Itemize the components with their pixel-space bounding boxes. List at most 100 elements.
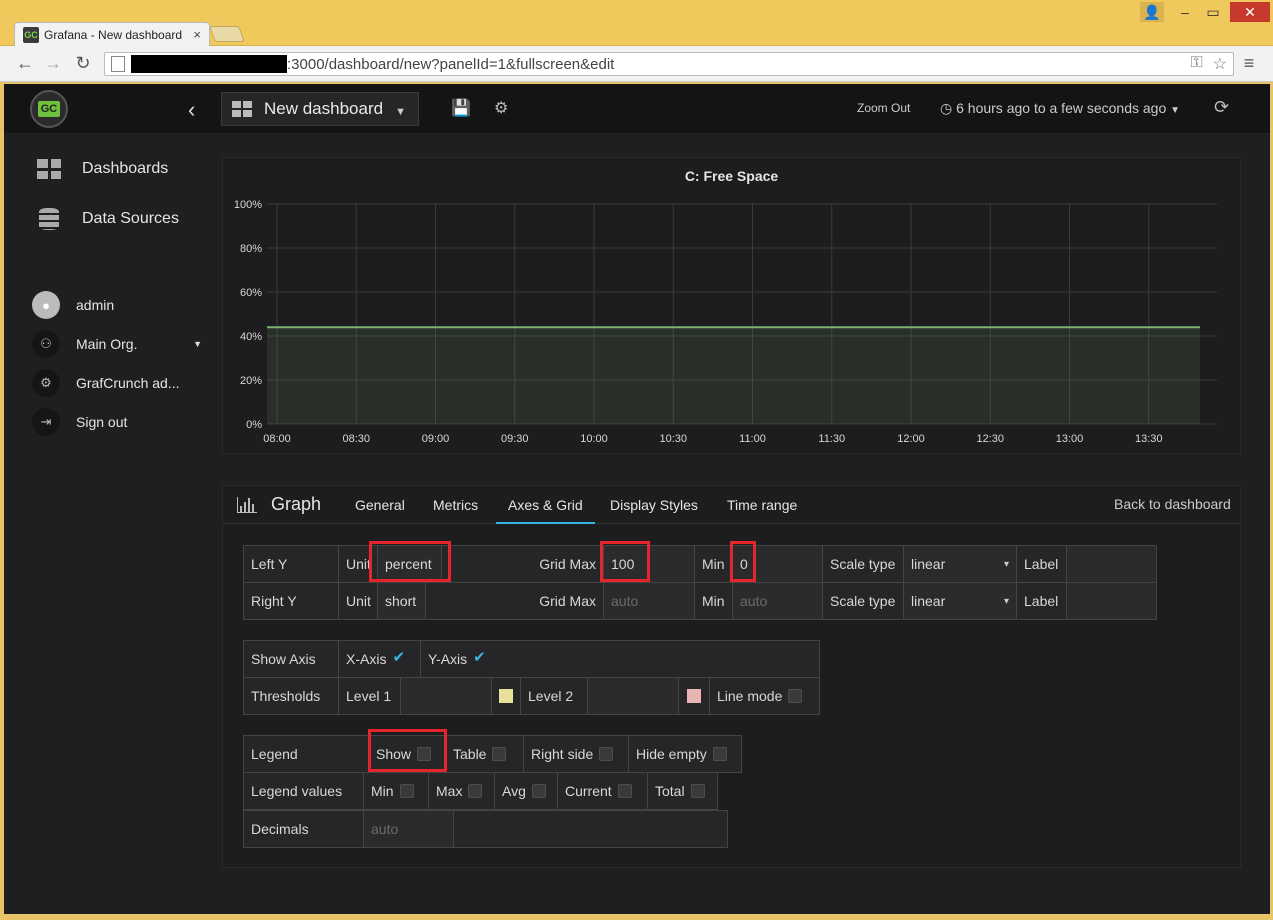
checkbox-icon[interactable] [399, 784, 414, 798]
time-range-picker[interactable]: ◷ 6 hours ago to a few seconds ago ▼ [940, 100, 1180, 117]
thresholds-label: Thresholds [243, 677, 338, 715]
checkbox-icon[interactable] [468, 784, 483, 798]
right-y-unit-picker[interactable]: short [377, 582, 425, 620]
star-icon[interactable]: ☆ [1213, 54, 1227, 74]
annotation-highlight [600, 541, 650, 582]
legend-hide-empty-toggle[interactable]: Hide empty [628, 735, 742, 773]
collapse-sidemenu-icon[interactable]: ‹ [188, 97, 195, 123]
sign-out-icon: ⇥ [32, 408, 60, 436]
x-tick-label: 08:30 [342, 433, 370, 445]
reload-icon[interactable]: ↻ [72, 52, 94, 74]
browser-menu-icon[interactable]: ≡ [1238, 52, 1260, 74]
new-tab-button[interactable] [209, 26, 245, 42]
maximize-icon[interactable]: ▭ [1200, 2, 1226, 22]
settings-gear-icon[interactable]: ⚙ [494, 98, 508, 118]
sidebar-item-label: Data Sources [82, 210, 179, 227]
sidebar-item-grafcrunch[interactable]: ⚙ GrafCrunch ad... [32, 368, 180, 398]
checkbox-icon[interactable] [531, 784, 546, 798]
sidebar-item-org[interactable]: ⚇ Main Org. ▼ [32, 329, 202, 359]
minimize-icon[interactable]: – [1172, 2, 1198, 22]
right-y-label: Right Y [243, 582, 338, 620]
legend-avg-toggle[interactable]: Avg [494, 772, 557, 810]
checkmark-icon[interactable] [473, 648, 487, 666]
legend-total-toggle[interactable]: Total [647, 772, 718, 810]
checkmark-icon[interactable] [392, 648, 406, 666]
legend-current-toggle[interactable]: Current [557, 772, 647, 810]
line-mode-toggle[interactable]: Line mode [709, 677, 820, 715]
y-tick-label: 40% [240, 331, 262, 343]
legend-table-toggle[interactable]: Table [445, 735, 523, 773]
right-y-label-input[interactable] [1066, 582, 1157, 620]
checkbox-icon[interactable] [788, 689, 803, 703]
level1-label: Level 1 [338, 677, 400, 715]
level2-input[interactable] [587, 677, 678, 715]
tab-metrics[interactable]: Metrics [433, 497, 478, 513]
x-tick-label: 10:30 [659, 433, 687, 445]
dashboard-grid-icon [232, 101, 252, 117]
checkbox-icon[interactable] [599, 747, 614, 761]
level1-input[interactable] [400, 677, 491, 715]
grid-max-label: Grid Max [425, 582, 603, 620]
x-tick-label: 09:30 [501, 433, 529, 445]
avg-label: Avg [502, 783, 526, 799]
left-y-label: Left Y [243, 545, 338, 583]
right-y-row: Right Y Unit short Grid Max auto Min aut… [243, 582, 1157, 620]
url-text: :3000/dashboard/new?panelId=1&fullscreen… [287, 55, 615, 73]
line-mode-label: Line mode [717, 688, 783, 704]
y-axis-toggle[interactable]: Y-Axis [420, 640, 820, 678]
user-name: admin [76, 297, 115, 313]
caret-down-icon: ▼ [1170, 105, 1181, 116]
left-y-scale-select[interactable]: linear [903, 545, 1016, 583]
zoom-out-button[interactable]: Zoom Out [857, 101, 910, 115]
left-y-label-input[interactable] [1066, 545, 1157, 583]
level1-color[interactable] [491, 677, 520, 715]
refresh-icon[interactable]: ⟳ [1214, 97, 1229, 118]
x-axis-toggle[interactable]: X-Axis [338, 640, 420, 678]
tab-title: Grafana - New dashboard [44, 27, 183, 42]
sidebar-item-data-sources[interactable]: Data Sources [36, 204, 179, 234]
tab-general[interactable]: General [355, 497, 405, 513]
checkbox-icon[interactable] [617, 784, 632, 798]
y-tick-label: 0% [246, 419, 262, 431]
back-arrow-icon[interactable]: ← [14, 52, 36, 74]
browser-tab[interactable]: GC Grafana - New dashboard × [14, 22, 210, 46]
caret-down-icon: ▼ [395, 106, 406, 118]
sidebar-item-user[interactable]: ● admin [32, 290, 114, 320]
cog-icon: ⚙ [32, 369, 60, 397]
tab-display-styles[interactable]: Display Styles [610, 497, 698, 513]
legend-min-toggle[interactable]: Min [363, 772, 428, 810]
org-name: Main Org. [76, 336, 138, 352]
right-y-scale-select[interactable]: linear [903, 582, 1016, 620]
hide-empty-label: Hide empty [636, 746, 707, 762]
back-to-dashboard-link[interactable]: Back to dashboard [1114, 496, 1231, 512]
page-icon [111, 56, 125, 72]
checkbox-icon[interactable] [690, 784, 705, 798]
legend-label: Legend [243, 735, 368, 773]
grafana-logo[interactable]: GC [30, 90, 68, 128]
forward-arrow-icon[interactable]: → [42, 52, 64, 74]
checkbox-icon[interactable] [492, 747, 507, 761]
close-tab-icon[interactable]: × [193, 27, 201, 42]
panel-title[interactable]: C: Free Space [222, 168, 1241, 184]
key-icon[interactable]: ⚿ [1190, 54, 1202, 74]
tab-time-range[interactable]: Time range [727, 497, 797, 513]
right-y-min-input[interactable]: auto [732, 582, 822, 620]
address-bar[interactable]: :3000/dashboard/new?panelId=1&fullscreen… [104, 52, 1234, 76]
close-window-icon[interactable]: ✕ [1230, 2, 1270, 22]
decimals-input[interactable]: auto [363, 810, 453, 848]
checkbox-icon[interactable] [712, 747, 727, 761]
right-y-grid-max-input[interactable]: auto [603, 582, 694, 620]
sidebar-item-dashboards[interactable]: Dashboards [36, 154, 168, 184]
tab-axes-grid[interactable]: Axes & Grid [496, 486, 595, 524]
legend-max-toggle[interactable]: Max [428, 772, 494, 810]
legend-right-side-toggle[interactable]: Right side [523, 735, 628, 773]
user-icon[interactable]: 👤 [1140, 2, 1164, 22]
save-icon[interactable]: 💾 [451, 98, 471, 118]
annotation-highlight [730, 541, 756, 582]
decimals-filler [453, 810, 728, 848]
y-axis-label: Y-Axis [428, 651, 468, 667]
sidebar-item-sign-out[interactable]: ⇥ Sign out [32, 407, 127, 437]
dashboard-picker[interactable]: New dashboard ▼ [221, 92, 419, 126]
level2-color[interactable] [678, 677, 709, 715]
x-tick-label: 09:00 [422, 433, 450, 445]
